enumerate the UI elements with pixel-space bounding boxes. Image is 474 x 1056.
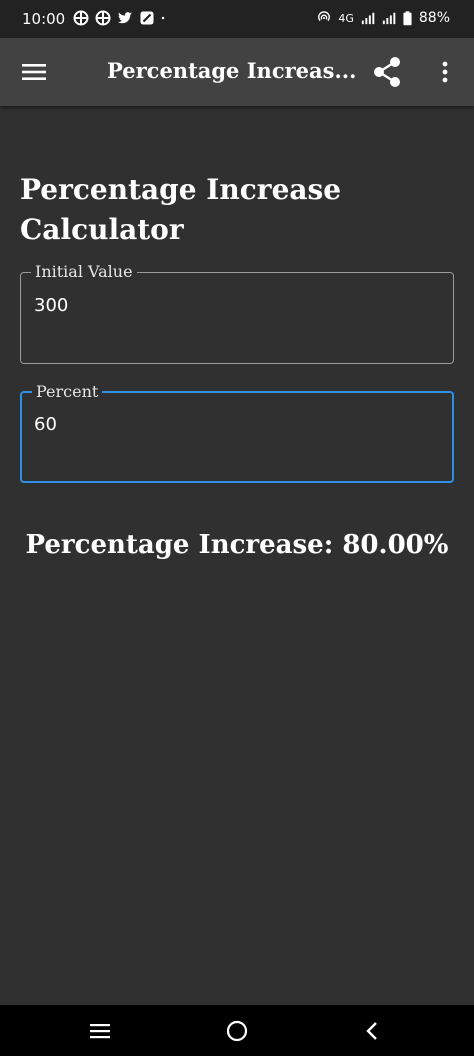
status-system-icons: 4G 88% bbox=[317, 10, 450, 26]
status-time: 10:00 bbox=[22, 10, 66, 28]
initial-value-label: Initial Value bbox=[31, 262, 137, 282]
app-icon bbox=[73, 10, 89, 26]
status-bar: 10:00 4G 88% bbox=[0, 0, 474, 38]
dot-icon bbox=[161, 16, 165, 20]
percent-label: Percent bbox=[32, 382, 103, 402]
percent-field[interactable]: Percent bbox=[20, 382, 454, 483]
app-bar: Percentage Increas... bbox=[0, 38, 474, 106]
more-options-button[interactable] bbox=[426, 53, 464, 91]
initial-value-input[interactable] bbox=[34, 295, 434, 316]
share-button[interactable] bbox=[368, 53, 406, 91]
menu-button[interactable] bbox=[14, 52, 54, 92]
recents-button[interactable] bbox=[82, 1013, 118, 1049]
signal-icon bbox=[382, 12, 396, 25]
app-bar-title: Percentage Increas... bbox=[107, 58, 357, 83]
initial-value-field[interactable]: Initial Value bbox=[20, 262, 454, 364]
result-text: Percentage Increase: 80.00% bbox=[25, 530, 449, 560]
app-icon bbox=[95, 10, 111, 26]
hamburger-menu-icon bbox=[22, 64, 46, 80]
twitter-icon bbox=[118, 12, 132, 24]
battery-percent: 88% bbox=[418, 10, 450, 26]
hotspot-icon bbox=[318, 11, 331, 22]
more-vert-icon bbox=[442, 61, 448, 83]
signal-icon bbox=[361, 12, 375, 25]
recents-icon bbox=[90, 1024, 110, 1039]
system-nav-bar bbox=[0, 1005, 474, 1056]
screen: 10:00 4G 88% Percentage Increas... Perce… bbox=[0, 0, 474, 1056]
notification-icons bbox=[73, 10, 169, 26]
page-title: Percentage Increase Calculator bbox=[20, 173, 342, 246]
percent-input[interactable] bbox=[34, 414, 434, 435]
network-type: 4G bbox=[338, 11, 354, 25]
back-button[interactable] bbox=[354, 1013, 390, 1049]
battery-icon bbox=[403, 10, 412, 25]
home-button[interactable] bbox=[219, 1013, 255, 1049]
share-icon bbox=[374, 57, 400, 87]
app-icon bbox=[140, 11, 154, 25]
home-icon bbox=[226, 1020, 248, 1042]
back-icon bbox=[366, 1022, 377, 1040]
